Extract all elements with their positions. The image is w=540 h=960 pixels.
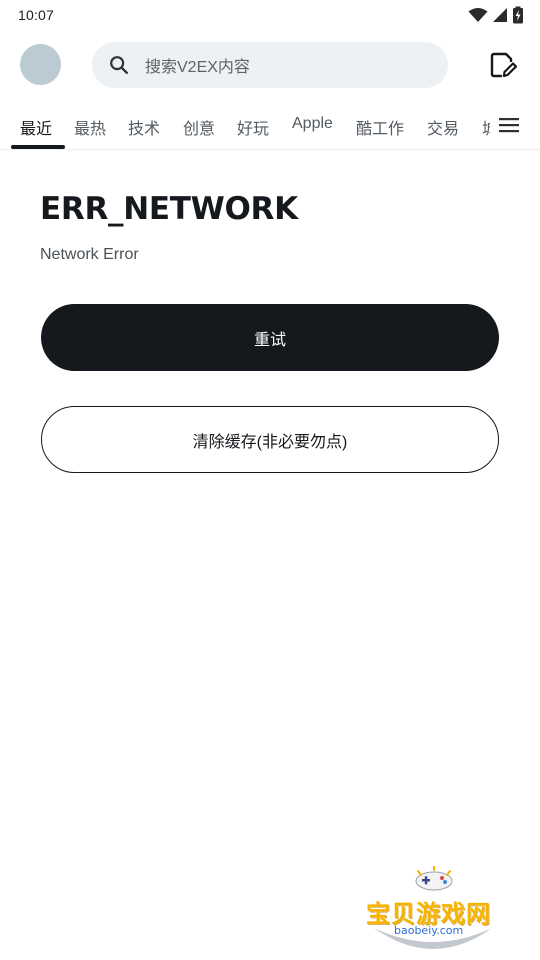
search-placeholder: 搜索V2EX内容 (145, 59, 250, 76)
cell-signal-icon (493, 8, 507, 22)
menu-icon (499, 118, 519, 133)
tab-hot[interactable]: 最热 (74, 115, 106, 139)
clear-cache-button[interactable]: 清除缓存(非必要勿点) (41, 406, 499, 473)
tab-jobs[interactable]: 酷工作 (356, 115, 404, 139)
error-message: Network Error (40, 246, 139, 263)
wifi-icon (468, 8, 488, 22)
menu-button[interactable] (497, 114, 521, 136)
tab-deals[interactable]: 交易 (427, 115, 459, 139)
gamepad-icon (415, 866, 453, 891)
tab-tech[interactable]: 技术 (128, 115, 160, 139)
active-tab-indicator (11, 145, 65, 149)
tab-recent[interactable]: 最近 (20, 115, 52, 139)
tab-creative[interactable]: 创意 (183, 115, 215, 139)
status-time: 10:07 (18, 7, 55, 23)
edit-note-icon (490, 52, 517, 78)
tab-apple[interactable]: Apple (292, 115, 333, 133)
battery-charging-icon (513, 6, 523, 24)
compose-button[interactable] (486, 50, 520, 80)
search-input[interactable]: 搜索V2EX内容 (92, 42, 448, 88)
watermark-logo: 宝贝游戏网 baobeiy.com (362, 866, 512, 956)
search-icon (110, 56, 128, 74)
error-title: ERR_NETWORK (40, 191, 298, 227)
tab-city[interactable]: 城 (482, 115, 490, 139)
tab-bar: 最近 最热 技术 创意 好玩 Apple 酷工作 交易 城 (0, 104, 540, 150)
status-icons (468, 6, 524, 24)
watermark-url: baobeiy.com (394, 924, 464, 937)
tabs-scroll[interactable]: 最近 最热 技术 创意 好玩 Apple 酷工作 交易 城 (0, 104, 490, 150)
retry-button[interactable]: 重试 (41, 304, 499, 371)
avatar[interactable] (20, 44, 61, 85)
tab-play[interactable]: 好玩 (237, 115, 269, 139)
status-bar: 10:07 (0, 0, 540, 32)
app-header: 搜索V2EX内容 (0, 40, 540, 90)
